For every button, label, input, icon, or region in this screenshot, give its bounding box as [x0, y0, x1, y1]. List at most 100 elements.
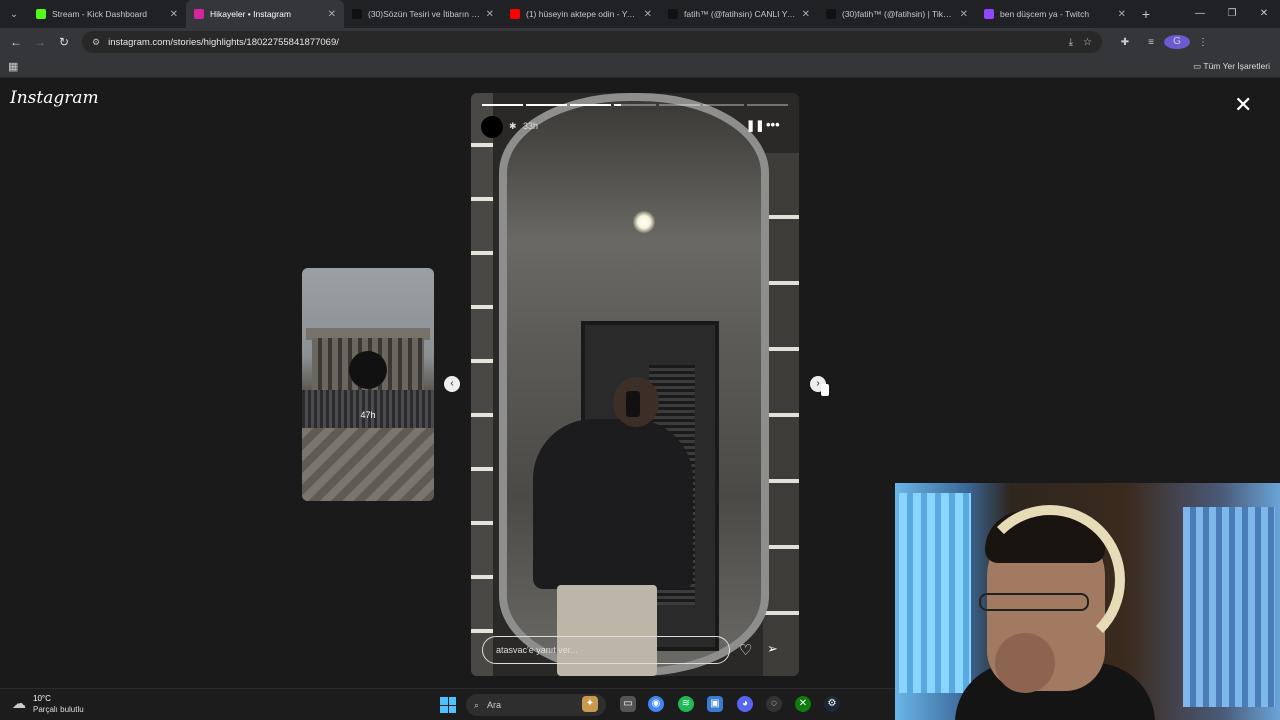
extensions-icon[interactable]: ✚: [1112, 37, 1138, 48]
webcam-window-right: [1183, 507, 1275, 707]
spotify-icon[interactable]: ≋: [678, 696, 694, 712]
tab-title: Stream - Kick Dashboard: [52, 9, 147, 19]
all-bookmarks-label: Tüm Yer İşaretleri: [1203, 61, 1270, 71]
chevron-left-icon[interactable]: ‹: [444, 376, 460, 392]
install-app-icon[interactable]: ⤓: [1069, 37, 1073, 48]
forward-icon[interactable]: →: [28, 35, 52, 49]
preview-photo-floor: [302, 428, 434, 501]
tab-title: (30)Sözün Tesiri ve İtibarın Öne: [368, 9, 482, 19]
weather-temperature: 10°C: [33, 694, 51, 703]
new-tab-button[interactable]: +: [1134, 6, 1158, 22]
story-progress-segment: [746, 104, 788, 106]
search-icon: ⌕: [474, 700, 480, 710]
close-icon[interactable]: ✕: [1234, 92, 1252, 118]
tab-close-icon[interactable]: ✕: [170, 9, 178, 20]
tab-title: (30)fatih™ (@fatihsin) | TikTok: [842, 9, 956, 19]
bookmark-star-icon[interactable]: ☆: [1083, 37, 1092, 48]
all-bookmarks-button[interactable]: ▭ Tüm Yer İşaretleri: [1193, 61, 1270, 72]
bookmarks-bar: ▦ ▭ Tüm Yer İşaretleri: [0, 56, 1280, 78]
instagram-logo[interactable]: Instagram: [10, 88, 99, 108]
store-icon[interactable]: ▣: [707, 696, 723, 712]
toolbar-actions: ✚ ≡ G ⋮: [1112, 35, 1216, 49]
task-view-icon[interactable]: ▭: [620, 696, 636, 712]
tab-title: (1) hüseyin aktepe odin - YouTu: [526, 9, 640, 19]
search-label: Ara: [487, 700, 502, 710]
tab-search-icon[interactable]: ⌄: [0, 0, 28, 28]
apps-grid-icon[interactable]: ▦: [8, 60, 18, 73]
story-progress-fill: [614, 104, 621, 106]
tab-close-icon[interactable]: ✕: [328, 9, 336, 20]
restore-icon[interactable]: ❐: [1216, 0, 1248, 28]
xbox-icon[interactable]: ✕: [795, 696, 811, 712]
story-progress-fill: [570, 104, 612, 106]
tab-close-icon[interactable]: ✕: [644, 9, 652, 20]
story-viewer[interactable]: ✱ 33h ❚❚ ••• atasvac'e yanıt ver... ♡ ➢: [471, 93, 799, 676]
search-highlight-icon[interactable]: ✦: [582, 696, 598, 712]
webcam-window-left: [899, 493, 971, 693]
tab-close-icon[interactable]: ✕: [486, 9, 494, 20]
window-controls: — ❐ ✕: [1184, 0, 1280, 28]
discord-icon[interactable]: ◕: [737, 696, 753, 712]
url-text[interactable]: instagram.com/stories/highlights/1802275…: [108, 37, 1059, 48]
story-timestamp: 33h: [523, 121, 539, 131]
tab-close-icon[interactable]: ✕: [802, 9, 810, 20]
preview-timestamp: 47h: [360, 410, 376, 420]
tab-favicon-icon: [352, 9, 362, 19]
story-photo-light: [633, 211, 655, 233]
tab-strip: ⌄ Stream - Kick Dashboard ✕ Hikayeler • In…: [0, 0, 1280, 28]
heart-icon[interactable]: ♡: [739, 641, 752, 659]
story-progress-segment: [614, 104, 656, 106]
webcam-glasses: [979, 593, 1089, 611]
highlight-star-icon: ✱: [509, 121, 517, 131]
tab-title: Hikayeler • Instagram: [210, 9, 291, 19]
tab-favicon-icon: [984, 9, 994, 19]
tab-2[interactable]: Hikayeler • Instagram ✕: [186, 0, 344, 28]
tab-5[interactable]: fatih™ (@fatihsin) CANLI Yayınd ✕: [660, 0, 818, 28]
previous-story-preview[interactable]: 47h: [302, 268, 434, 501]
send-icon[interactable]: ➢: [767, 641, 778, 657]
pause-icon[interactable]: ❚❚: [746, 119, 764, 132]
story-progress-fill: [482, 104, 524, 106]
media-controls-icon[interactable]: ≡: [1138, 37, 1164, 48]
tab-favicon-icon: [194, 9, 204, 19]
windows-taskbar: ☁ 10°C Parçalı bulutlu ⌕ Ara ✦ ▭ ◉ ≋ ▣ ◕ …: [0, 688, 895, 720]
tab-3[interactable]: (30)Sözün Tesiri ve İtibarın Öne ✕: [344, 0, 502, 28]
tab-close-icon[interactable]: ✕: [1118, 9, 1126, 20]
weather-icon[interactable]: ☁: [12, 695, 26, 712]
webcam-person-hand: [995, 633, 1055, 693]
close-window-icon[interactable]: ✕: [1248, 0, 1280, 28]
webcam-headset: [975, 505, 1125, 655]
tab-4[interactable]: (1) hüseyin aktepe odin - YouTu ✕: [502, 0, 660, 28]
story-progress-fill: [526, 104, 568, 106]
mouse-cursor-icon: [821, 384, 829, 396]
tab-1[interactable]: Stream - Kick Dashboard ✕: [28, 0, 186, 28]
story-progress-segment: [702, 104, 744, 106]
tab-6[interactable]: (30)fatih™ (@fatihsin) | TikTok ✕: [818, 0, 976, 28]
story-progress-segment: [658, 104, 700, 106]
profile-button[interactable]: G: [1164, 35, 1190, 49]
more-options-icon[interactable]: •••: [766, 117, 780, 132]
back-icon[interactable]: ←: [4, 35, 28, 49]
tab-title: ben düşcem ya - Twitch: [1000, 9, 1090, 19]
steam-icon[interactable]: ⚙: [824, 696, 840, 712]
story-progress-segment: [570, 104, 612, 106]
windows-start-icon[interactable]: [440, 697, 456, 713]
menu-icon[interactable]: ⋮: [1190, 37, 1216, 48]
minimize-icon[interactable]: —: [1184, 0, 1216, 28]
reply-input[interactable]: atasvac'e yanıt ver...: [482, 636, 730, 664]
weather-description: Parçalı bulutlu: [33, 705, 84, 714]
story-author-avatar[interactable]: [481, 116, 503, 138]
tab-favicon-icon: [668, 9, 678, 19]
tab-7[interactable]: ben düşcem ya - Twitch ✕: [976, 0, 1134, 28]
tab-favicon-icon: [36, 9, 46, 19]
address-toolbar: ← → ↻ ⚙ instagram.com/stories/highlights…: [0, 28, 1280, 56]
site-settings-icon[interactable]: ⚙: [92, 37, 100, 48]
story-photo-wall: [471, 93, 493, 676]
chrome-icon[interactable]: ◉: [648, 696, 664, 712]
address-bar[interactable]: ⚙ instagram.com/stories/highlights/18022…: [82, 31, 1102, 53]
app-icon[interactable]: ◌: [766, 696, 782, 712]
story-photo-person-body: [533, 419, 693, 589]
reload-icon[interactable]: ↻: [52, 35, 76, 49]
tab-close-icon[interactable]: ✕: [960, 9, 968, 20]
story-progress-bar: [482, 104, 788, 106]
